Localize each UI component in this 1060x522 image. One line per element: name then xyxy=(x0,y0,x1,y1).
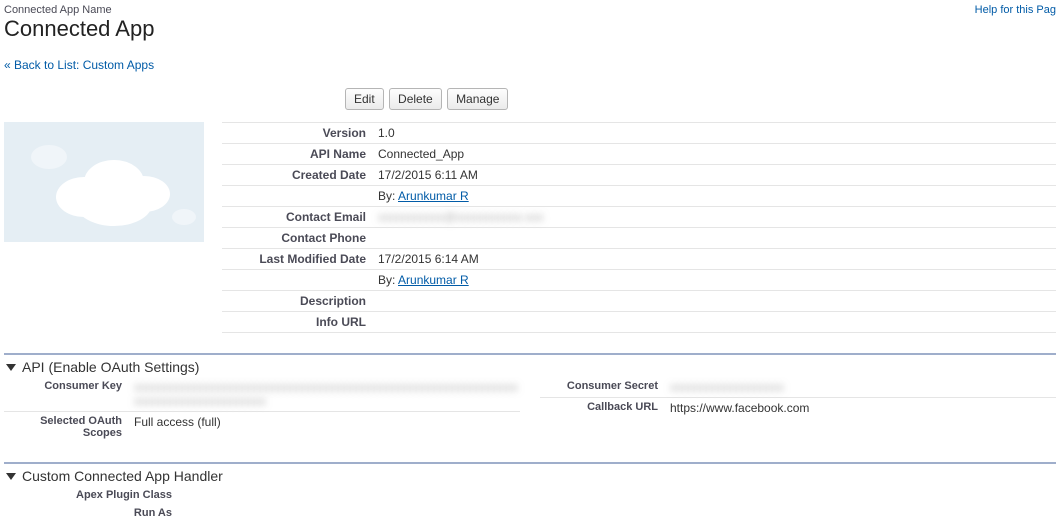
oauth-scopes-label: Selected OAuth Scopes xyxy=(4,415,134,439)
created-date-value: 17/2/2015 6:11 AM xyxy=(372,165,1056,186)
callback-url-label: Callback URL xyxy=(540,401,670,413)
modified-by-user-link[interactable]: Arunkumar R xyxy=(398,273,469,287)
edit-button[interactable]: Edit xyxy=(345,88,384,110)
version-value: 1.0 xyxy=(372,123,1056,144)
api-name-label: API Name xyxy=(222,144,372,165)
handler-section-title: Custom Connected App Handler xyxy=(22,468,223,484)
description-value xyxy=(372,291,1056,312)
page-title: Connected App xyxy=(4,16,154,42)
version-label: Version xyxy=(222,123,372,144)
handler-section: Custom Connected App Handler Apex Plugin… xyxy=(4,462,1056,522)
created-by-row: By: Arunkumar R xyxy=(372,186,1056,207)
triangle-down-icon xyxy=(6,473,16,480)
action-buttons: Edit Delete Manage xyxy=(344,88,484,110)
oauth-scopes-value: Full access (full) xyxy=(134,415,520,429)
info-url-value xyxy=(372,312,1056,333)
run-as-label: Run As xyxy=(4,507,184,519)
back-to-list-link[interactable]: « Back to List: Custom Apps xyxy=(4,58,154,72)
consumer-key-label: Consumer Key xyxy=(4,380,134,392)
page-header-label: Connected App Name xyxy=(4,4,154,16)
consumer-secret-label: Consumer Secret xyxy=(540,380,670,392)
api-section-header[interactable]: API (Enable OAuth Settings) xyxy=(4,355,1056,377)
last-modified-label: Last Modified Date xyxy=(222,249,372,270)
contact-phone-label: Contact Phone xyxy=(222,228,372,249)
consumer-key-value: xxxxxxxxxxxxxxxxxxxxxxxxxxxxxxxxxxxxxxxx… xyxy=(134,380,518,408)
created-date-label: Created Date xyxy=(222,165,372,186)
description-label: Description xyxy=(222,291,372,312)
consumer-secret-value: xxxxxxxxxxxxxxxxxxx xyxy=(670,380,784,394)
triangle-down-icon xyxy=(6,364,16,371)
api-name-value: Connected_App xyxy=(372,144,1056,165)
apex-plugin-label: Apex Plugin Class xyxy=(4,489,184,501)
api-section-title: API (Enable OAuth Settings) xyxy=(22,359,199,375)
callback-url-value: https://www.facebook.com xyxy=(670,401,1056,415)
last-modified-value: 17/2/2015 6:14 AM xyxy=(372,249,1056,270)
delete-button[interactable]: Delete xyxy=(389,88,442,110)
modified-by-row: By: Arunkumar R xyxy=(372,270,1056,291)
handler-section-header[interactable]: Custom Connected App Handler xyxy=(4,464,1056,486)
help-link[interactable]: Help for this Pag xyxy=(975,4,1056,16)
contact-phone-value xyxy=(372,228,1056,249)
detail-table: Version 1.0 API Name Connected_App Creat… xyxy=(222,122,1056,333)
manage-button[interactable]: Manage xyxy=(447,88,508,110)
created-by-user-link[interactable]: Arunkumar R xyxy=(398,189,469,203)
api-section: API (Enable OAuth Settings) Consumer Key… xyxy=(4,353,1056,442)
info-url-label: Info URL xyxy=(222,312,372,333)
contact-email-label: Contact Email xyxy=(222,207,372,228)
app-logo-placeholder xyxy=(4,122,204,242)
contact-email-value: xxxxxxxxxxx@xxxxxxxxxxx.xxx xyxy=(378,210,544,224)
